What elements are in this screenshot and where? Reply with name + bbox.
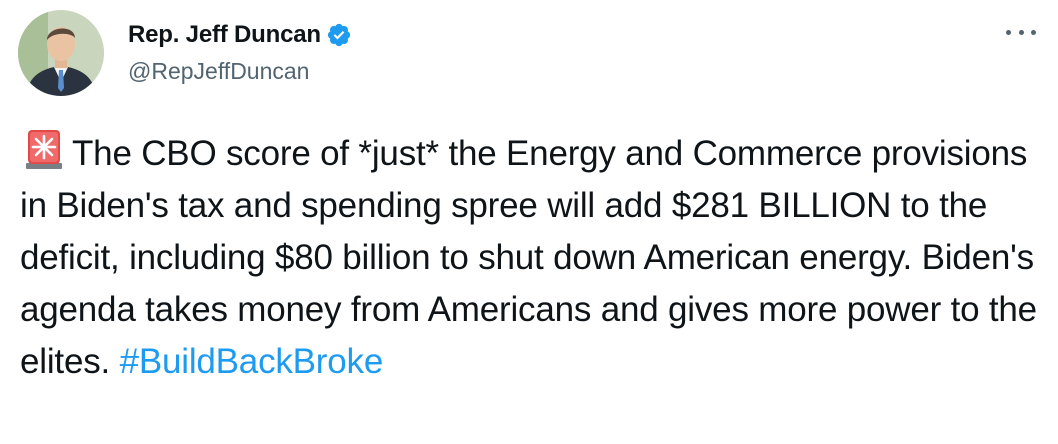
verified-badge-icon: [326, 22, 352, 48]
display-name[interactable]: Rep. Jeff Duncan: [128, 21, 321, 49]
handle[interactable]: @RepJeffDuncan: [128, 58, 352, 85]
police-car-light-icon: [20, 129, 68, 169]
tweet-card: Rep. Jeff Duncan @RepJeffDuncan The CBO …: [0, 0, 1058, 444]
tweet-text: The CBO score of *just* the Energy and C…: [20, 128, 1040, 388]
hashtag-link[interactable]: #BuildBackBroke: [120, 342, 384, 381]
more-options-icon[interactable]: [1006, 20, 1036, 44]
author-block: Rep. Jeff Duncan @RepJeffDuncan: [128, 18, 352, 85]
avatar[interactable]: [18, 10, 104, 96]
name-row: Rep. Jeff Duncan: [128, 18, 352, 52]
